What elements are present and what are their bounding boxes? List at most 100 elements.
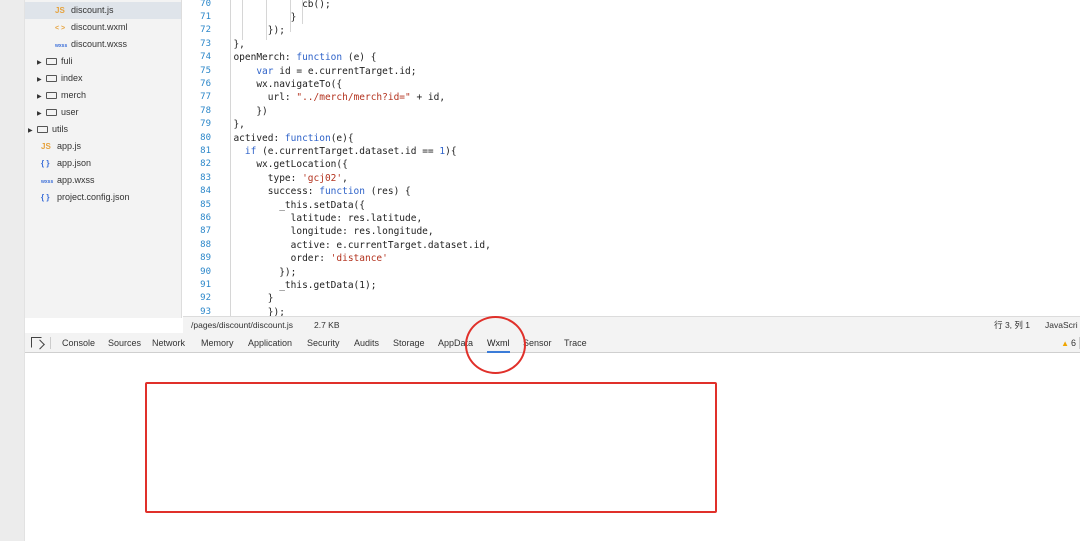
json-file-icon: { }	[41, 159, 50, 168]
line-number: 88	[200, 239, 211, 250]
warning-counter[interactable]: ▲ 6	[1061, 333, 1076, 353]
code-line[interactable]: var id = e.currentTarget.id;	[222, 65, 416, 78]
file-explorer: JS discount.js < > discount.wxml wxss discoun…	[25, 0, 182, 318]
code-area[interactable]: cb(); } }); }, openMerch: function (e) {…	[222, 0, 1072, 316]
code-editor[interactable]: 70 71 72 73 74 75 76 77 78 79 80 81 82 83 84 85 86 87 88 89…	[183, 0, 1080, 316]
code-line[interactable]: wx.getLocation({	[222, 158, 348, 171]
line-number: 91	[200, 279, 211, 290]
code-line[interactable]: success: function (res) {	[222, 185, 411, 198]
file-tree-label: app.wxss	[57, 175, 95, 185]
line-number: 82	[200, 159, 211, 170]
code-line[interactable]: });	[222, 306, 285, 316]
code-line[interactable]: });	[222, 266, 296, 279]
line-number: 87	[200, 226, 211, 237]
js-file-icon: JS	[41, 142, 51, 151]
warning-count: 6	[1070, 338, 1076, 348]
file-tree-item[interactable]: { } project.config.json	[25, 189, 181, 206]
code-line[interactable]: if (e.currentTarget.dataset.id == 1){	[222, 145, 457, 158]
file-tree-item[interactable]: ▶ fuli	[25, 53, 181, 70]
annotation-circle	[465, 316, 526, 374]
code-line[interactable]: url: "../merch/merch?id=" + id,	[222, 91, 445, 104]
line-number: 74	[200, 52, 211, 63]
file-tree-item[interactable]: wxss app.wxss	[25, 172, 181, 189]
devtools-tab-sources[interactable]: Sources	[108, 333, 141, 353]
indent-guide	[302, 0, 303, 24]
devtools-tab-application[interactable]: Application	[248, 333, 292, 353]
indent-guide	[290, 0, 291, 32]
file-tree-item[interactable]: JS app.js	[25, 138, 181, 155]
devtools-tab-audits[interactable]: Audits	[354, 333, 379, 353]
folder-icon	[46, 58, 57, 65]
devtools-tab-trace[interactable]: Trace	[564, 333, 587, 353]
line-number: 76	[200, 78, 211, 89]
line-number: 78	[200, 105, 211, 116]
activity-bar	[0, 0, 25, 541]
line-number: 90	[200, 266, 211, 277]
devtools-tab-console[interactable]: Console	[62, 333, 95, 353]
file-tree-item[interactable]: JS discount.js	[25, 2, 181, 19]
indent-guide	[266, 0, 267, 40]
code-line[interactable]: },	[222, 118, 244, 131]
code-line[interactable]: actived: function(e){	[222, 132, 353, 145]
indent-guide	[230, 0, 231, 316]
code-line[interactable]: type: 'gcj02',	[222, 172, 348, 185]
code-line[interactable]: cb();	[222, 0, 331, 11]
wxml-file-icon: < >	[55, 25, 66, 32]
devtools-tab-sensor[interactable]: Sensor	[523, 333, 552, 353]
file-tree-item[interactable]: ▶ user	[25, 104, 181, 121]
language-mode[interactable]: JavaScri	[1045, 317, 1078, 333]
file-tree-label: merch	[61, 90, 87, 100]
annotation-rectangle	[145, 382, 717, 513]
cursor-position[interactable]: 行 3, 列 1	[994, 317, 1030, 333]
json-file-icon: { }	[41, 193, 50, 202]
code-line[interactable]: });	[222, 24, 285, 37]
line-number: 85	[200, 199, 211, 210]
line-number-gutter: 70 71 72 73 74 75 76 77 78 79 80 81 82 83 84 85 86 87 88 89…	[183, 0, 213, 316]
file-tree-label: project.config.json	[57, 192, 130, 202]
line-number: 83	[200, 172, 211, 183]
devtools-tab-security[interactable]: Security	[307, 333, 340, 353]
line-number: 75	[200, 65, 211, 76]
code-line[interactable]: wx.navigateTo({	[222, 78, 342, 91]
folder-icon	[46, 75, 57, 82]
code-line[interactable]: }	[222, 11, 297, 24]
line-number: 71	[200, 11, 211, 22]
code-line[interactable]: latitude: res.latitude,	[222, 212, 423, 225]
indent-guide	[242, 0, 243, 40]
line-number: 73	[200, 38, 211, 49]
line-number: 79	[200, 119, 211, 130]
devtools-tab-memory[interactable]: Memory	[201, 333, 234, 353]
file-tree-item[interactable]: ▶ utils	[25, 121, 181, 138]
devtools-tab-storage[interactable]: Storage	[393, 333, 425, 353]
line-number: 86	[200, 212, 211, 223]
warning-icon: ▲	[1061, 339, 1069, 348]
line-number: 89	[200, 253, 211, 264]
file-tree-item[interactable]: wxss discount.wxss	[25, 36, 181, 53]
file-tree-label: app.json	[57, 158, 92, 168]
inspect-element-icon[interactable]	[31, 337, 42, 348]
line-number: 92	[200, 293, 211, 304]
code-line[interactable]: _this.getData(1);	[222, 279, 376, 292]
line-number: 84	[200, 186, 211, 197]
code-line[interactable]: })	[222, 105, 267, 118]
file-tree-item[interactable]: ▶ index	[25, 70, 181, 87]
code-line[interactable]: active: e.currentTarget.dataset.id,	[222, 239, 491, 252]
file-tree-label: app.js	[57, 141, 82, 151]
line-number: 93	[200, 306, 211, 316]
file-tree-label: discount.js	[71, 5, 114, 15]
code-line[interactable]: longitude: res.longitude,	[222, 225, 434, 238]
file-tree-label: discount.wxml	[71, 22, 128, 32]
file-tree-item[interactable]: ▶ merch	[25, 87, 181, 104]
line-number: 80	[200, 132, 211, 143]
file-path: /pages/discount/discount.js	[191, 320, 294, 330]
code-line[interactable]: _this.setData({	[222, 199, 365, 212]
code-line[interactable]: openMerch: function (e) {	[222, 51, 376, 64]
file-tree-label: utils	[52, 124, 69, 134]
file-tree-item[interactable]: { } app.json	[25, 155, 181, 172]
code-line[interactable]: order: 'distance'	[222, 252, 388, 265]
line-number: 70	[200, 0, 211, 9]
devtools-tab-network[interactable]: Network	[152, 333, 185, 353]
line-number: 72	[200, 25, 211, 36]
file-tree-label: discount.wxss	[71, 39, 128, 49]
file-tree-item[interactable]: < > discount.wxml	[25, 19, 181, 36]
